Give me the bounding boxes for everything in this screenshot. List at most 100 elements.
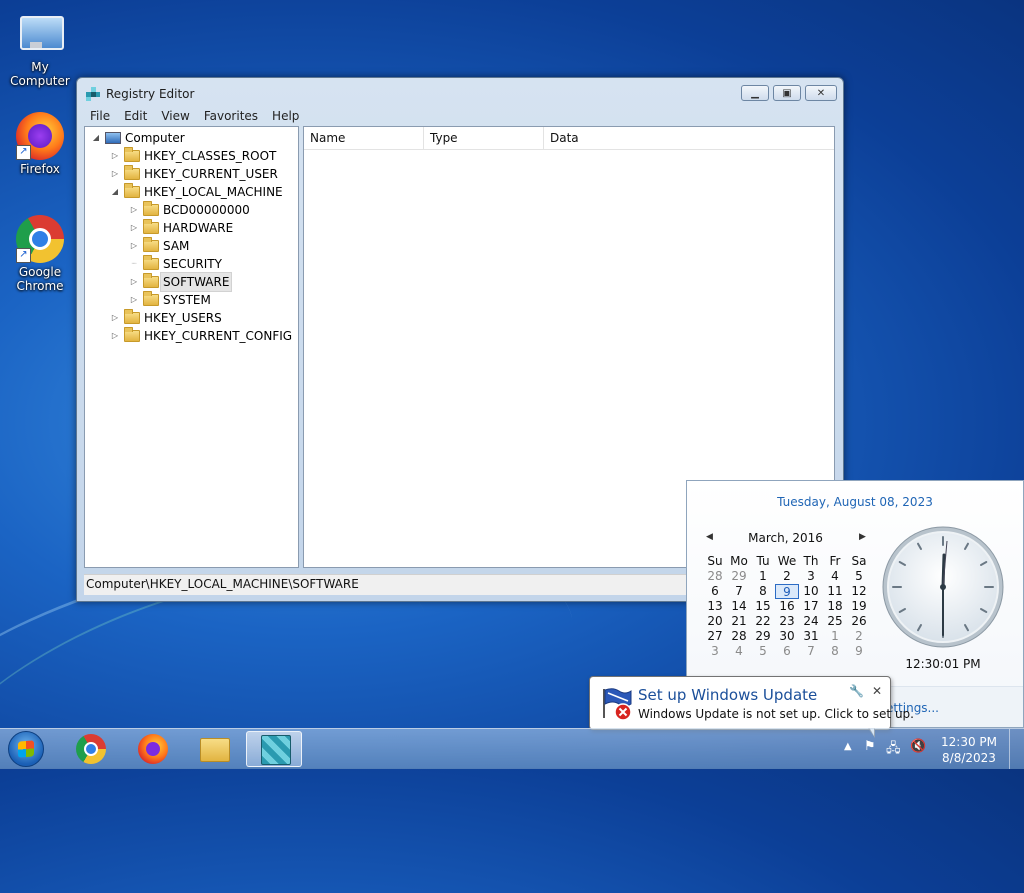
calendar-day[interactable]: 18	[823, 599, 847, 614]
calendar-day[interactable]: 26	[847, 614, 871, 629]
title-bar[interactable]: Registry Editor ▁ ▣ ✕	[77, 78, 843, 108]
taskbar-clock[interactable]: 12:30 PM 8/8/2023	[940, 734, 998, 766]
tree-item-security[interactable]: ┈ SECURITY	[129, 255, 222, 273]
calendar-month-label[interactable]: March, 2016	[727, 531, 844, 545]
tree-item-sam[interactable]: ▷ SAM	[129, 237, 189, 255]
tree-item-hkey-current-user[interactable]: ▷ HKEY_CURRENT_USER	[110, 165, 278, 183]
calendar-day[interactable]: 3	[799, 569, 823, 584]
tree-item-hardware[interactable]: ▷ HARDWARE	[129, 219, 233, 237]
collapse-arrow-icon[interactable]: ◢	[110, 183, 120, 201]
folder-icon	[124, 309, 140, 324]
expand-arrow-icon[interactable]: ▷	[110, 327, 120, 345]
calendar-day[interactable]: 31	[799, 629, 823, 644]
tree-item-system[interactable]: ▷ SYSTEM	[129, 291, 211, 309]
volume-muted-icon[interactable]: 🔇	[910, 739, 926, 754]
show-desktop-button[interactable]	[1009, 729, 1024, 769]
calendar-day[interactable]: 19	[847, 599, 871, 614]
calendar-day[interactable]: 30	[775, 629, 799, 644]
expand-arrow-icon[interactable]: ▷	[110, 309, 120, 327]
calendar-day[interactable]: 9	[847, 644, 871, 659]
registry-tree[interactable]: ◢ Computer ▷ HKEY_CLASSES_ROOT ▷ HKEY_CU…	[84, 126, 299, 568]
calendar-day[interactable]: 5	[847, 569, 871, 584]
calendar-day[interactable]: 11	[823, 584, 847, 599]
column-header-type[interactable]: Type	[424, 127, 544, 149]
desktop-icon-my-computer[interactable]: My Computer	[0, 10, 80, 88]
column-header-data[interactable]: Data	[544, 127, 834, 149]
calendar-day[interactable]: 7	[727, 584, 751, 599]
menu-view[interactable]: View	[154, 108, 196, 126]
calendar-day[interactable]: 21	[727, 614, 751, 629]
taskbar-chrome[interactable]	[62, 731, 118, 767]
maximize-button[interactable]: ▣	[773, 85, 801, 101]
prev-month-icon[interactable]: ◀	[706, 532, 713, 542]
tree-item-hkey-classes-root[interactable]: ▷ HKEY_CLASSES_ROOT	[110, 147, 276, 165]
show-hidden-icons-arrow-icon[interactable]: ▲	[844, 741, 852, 752]
calendar-day[interactable]: 8	[751, 584, 775, 599]
wrench-icon[interactable]: 🔧	[849, 684, 864, 698]
calendar-day[interactable]: 2	[847, 629, 871, 644]
tree-item-software[interactable]: ▷ SOFTWARE	[129, 272, 233, 292]
menu-help[interactable]: Help	[265, 108, 306, 126]
calendar-day[interactable]: 20	[703, 614, 727, 629]
calendar-day[interactable]: 28	[727, 629, 751, 644]
tree-item-hkey-local-machine[interactable]: ◢ HKEY_LOCAL_MACHINE	[110, 183, 283, 201]
calendar-day[interactable]: 4	[727, 644, 751, 659]
collapse-arrow-icon[interactable]: ◢	[91, 129, 101, 147]
expand-arrow-icon[interactable]: ▷	[129, 273, 139, 291]
action-center-alert-icon[interactable]: ⚑	[864, 739, 876, 754]
calendar-day[interactable]: 6	[775, 644, 799, 659]
menu-file[interactable]: File	[83, 108, 117, 126]
calendar-day[interactable]: 10	[799, 584, 823, 599]
expand-arrow-icon[interactable]: ▷	[129, 237, 139, 255]
calendar-day[interactable]: 1	[751, 569, 775, 584]
tree-item-computer[interactable]: ◢ Computer	[91, 129, 185, 147]
calendar-day[interactable]: 16	[775, 599, 799, 614]
menu-favorites[interactable]: Favorites	[197, 108, 265, 126]
close-icon[interactable]: ✕	[872, 684, 882, 698]
calendar-day[interactable]: 4	[823, 569, 847, 584]
calendar-day[interactable]: 24	[799, 614, 823, 629]
calendar-day[interactable]: 1	[823, 629, 847, 644]
taskbar-file-explorer[interactable]	[186, 731, 242, 767]
tree-item-hkey-current-config[interactable]: ▷ HKEY_CURRENT_CONFIG	[110, 327, 292, 345]
calendar-day[interactable]: 25	[823, 614, 847, 629]
network-icon[interactable]: 🖧	[886, 739, 901, 761]
calendar-day-selected[interactable]: 9	[775, 584, 799, 599]
close-button[interactable]: ✕	[805, 85, 837, 101]
calendar-day[interactable]: 7	[799, 644, 823, 659]
menu-edit[interactable]: Edit	[117, 108, 154, 126]
tree-item-hkey-users[interactable]: ▷ HKEY_USERS	[110, 309, 222, 327]
calendar-day[interactable]: 6	[703, 584, 727, 599]
desktop-icon-firefox[interactable]: ↗ Firefox	[0, 112, 80, 176]
start-button[interactable]	[8, 731, 44, 767]
expand-arrow-icon[interactable]: ▷	[110, 165, 120, 183]
windows-update-notification[interactable]: Set up Windows Update Windows Update is …	[589, 676, 914, 738]
calendar-day[interactable]: 8	[823, 644, 847, 659]
calendar-day[interactable]: 17	[799, 599, 823, 614]
calendar-day[interactable]: 23	[775, 614, 799, 629]
calendar-day[interactable]: 15	[751, 599, 775, 614]
expand-arrow-icon[interactable]: ▷	[129, 291, 139, 309]
calendar-day[interactable]: 22	[751, 614, 775, 629]
expand-arrow-icon[interactable]: ▷	[110, 147, 120, 165]
tree-item-bcd[interactable]: ▷ BCD00000000	[129, 201, 250, 219]
expand-arrow-icon[interactable]: ▷	[129, 219, 139, 237]
desktop-icon-chrome[interactable]: ↗ Google Chrome	[0, 215, 80, 293]
taskbar-firefox[interactable]	[124, 731, 180, 767]
calendar-day[interactable]: 14	[727, 599, 751, 614]
calendar-day[interactable]: 2	[775, 569, 799, 584]
next-month-icon[interactable]: ▶	[859, 532, 866, 542]
calendar-day[interactable]: 13	[703, 599, 727, 614]
long-date-link[interactable]: Tuesday, August 08, 2023	[687, 495, 1023, 509]
calendar-day[interactable]: 29	[727, 569, 751, 584]
calendar-day[interactable]: 28	[703, 569, 727, 584]
calendar-day[interactable]: 27	[703, 629, 727, 644]
calendar-day[interactable]: 3	[703, 644, 727, 659]
calendar-day[interactable]: 29	[751, 629, 775, 644]
calendar-day[interactable]: 12	[847, 584, 871, 599]
column-header-name[interactable]: Name	[304, 127, 424, 149]
calendar-day[interactable]: 5	[751, 644, 775, 659]
taskbar-registry-editor[interactable]	[246, 731, 302, 767]
expand-arrow-icon[interactable]: ▷	[129, 201, 139, 219]
minimize-button[interactable]: ▁	[741, 85, 769, 101]
